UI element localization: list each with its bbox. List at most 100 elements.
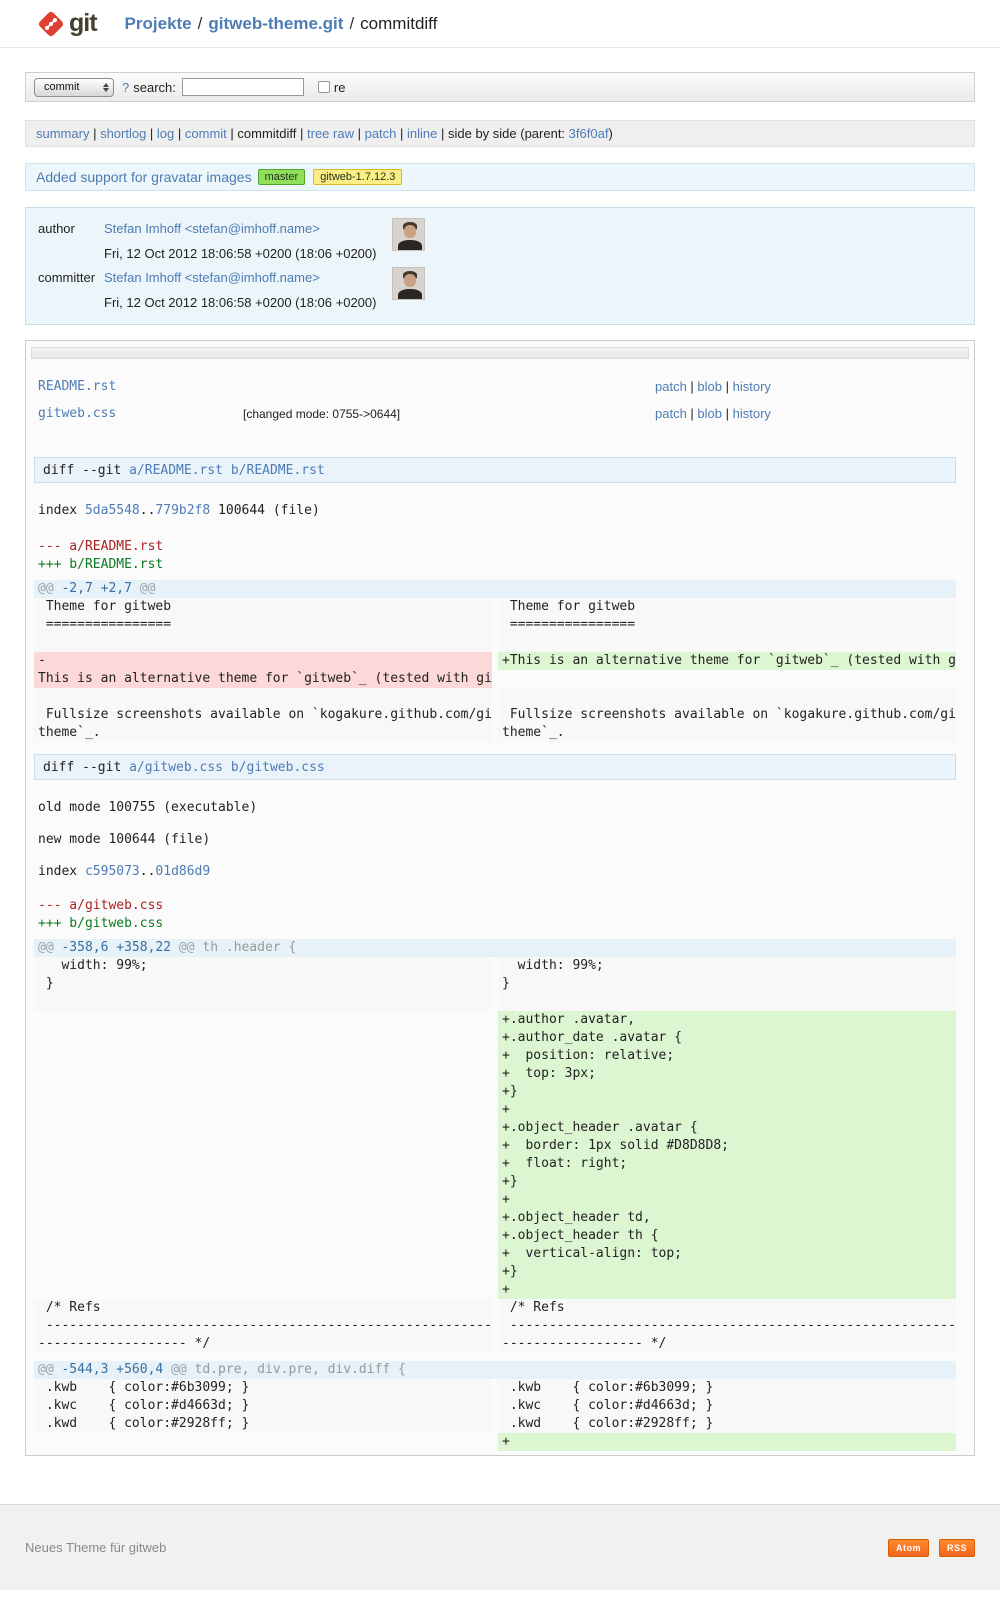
diff-line [34, 1155, 492, 1173]
diff-line [34, 1209, 492, 1227]
committer-label: committer [38, 267, 104, 285]
project-description: Neues Theme für gitweb [25, 1540, 878, 1555]
diff-to-file[interactable]: +++ b/gitweb.css [34, 915, 956, 933]
diff-line: ================ [498, 616, 956, 634]
chunk-to-range[interactable]: +358,22 [116, 940, 171, 955]
chunk-at: @@ [163, 1362, 186, 1377]
chunk-section: td.pre, div.pre, div.diff { [187, 1362, 406, 1377]
diff-line [498, 634, 956, 652]
file-links-separator: | [722, 379, 733, 394]
nav-item[interactable]: inline [407, 126, 437, 141]
diff-from-file[interactable]: --- a/gitweb.css [34, 897, 956, 915]
diff-line: + float: right; [498, 1155, 956, 1173]
patch-link[interactable]: patch [655, 406, 687, 421]
search-type-select[interactable]: commit [34, 78, 114, 97]
diff-line: /* Refs [34, 1299, 492, 1317]
rss-feed-button[interactable]: RSS [939, 1539, 975, 1557]
nav-item: | [89, 126, 100, 141]
page-nav: summary | shortlog | log | commit | comm… [25, 120, 975, 147]
file-name-link[interactable]: gitweb.css [38, 406, 243, 421]
file-name-link[interactable]: README.rst [38, 379, 243, 394]
committer-avatar [392, 267, 425, 300]
chunk-at: @@ [38, 581, 61, 596]
diff-line: width: 99%; [34, 957, 492, 975]
side-by-side-diff: Theme for gitweb ================ -This … [34, 598, 956, 742]
search-help-link[interactable]: ? [122, 80, 129, 95]
nav-item[interactable]: shortlog [100, 126, 146, 141]
nav-item[interactable]: commit [185, 126, 227, 141]
nav-item: | [227, 126, 238, 141]
ref-badges: master gitweb-1.7.12.3 [258, 169, 403, 185]
chunk-to-range[interactable]: +2,7 [101, 581, 132, 596]
diff-git-prefix: diff --git [43, 760, 129, 775]
diff-line: +} [498, 1083, 956, 1101]
old-mode-line: old mode 100755 (executable) [34, 800, 956, 815]
regex-checkbox[interactable] [318, 81, 330, 93]
diff-line [34, 1047, 492, 1065]
diff-line: .kwb { color:#6b3099; } [498, 1379, 956, 1397]
diff-line: Fullsize screenshots available on `kogak… [498, 706, 956, 724]
committer-link[interactable]: Stefan Imhoff <stefan@imhoff.name> [104, 267, 392, 285]
index-prefix: index [38, 864, 85, 879]
chunk-from-range[interactable]: -358,6 [61, 940, 108, 955]
diff-line [34, 1281, 492, 1299]
nav-item[interactable]: log [157, 126, 174, 141]
diff-b-file-link[interactable]: b/README.rst [231, 463, 325, 478]
diff-line [34, 1433, 492, 1451]
diff-from-file[interactable]: --- a/README.rst [34, 538, 956, 556]
nav-item[interactable]: summary [36, 126, 89, 141]
blob-hash-link[interactable]: 01d86d9 [155, 864, 210, 879]
page-footer: Neues Theme für gitweb Atom RSS [0, 1504, 1000, 1590]
diff-line: + vertical-align: top; [498, 1245, 956, 1263]
diff-line: ------------------ */ [498, 1335, 956, 1353]
file-row: README.rst patch | blob | history [38, 373, 966, 400]
file-links-separator: | [687, 379, 698, 394]
nav-item[interactable]: raw [333, 126, 354, 141]
diff-line [34, 1119, 492, 1137]
breadcrumb-projects-link[interactable]: Projekte [125, 14, 192, 33]
git-logo-icon [36, 9, 66, 39]
diff-to-file[interactable]: +++ b/README.rst [34, 556, 956, 574]
search-input[interactable] [182, 78, 304, 96]
blob-hash-link[interactable]: c595073 [85, 864, 140, 879]
author-link[interactable]: Stefan Imhoff <stefan@imhoff.name> [104, 218, 392, 236]
diff-line: + [498, 1101, 956, 1119]
chunk-from-range[interactable]: -544,3 [61, 1362, 108, 1377]
nav-item[interactable]: patch [365, 126, 397, 141]
commit-title-link[interactable]: Added support for gravatar images [36, 169, 252, 185]
chunk-to-range[interactable]: +560,4 [116, 1362, 163, 1377]
git-logo[interactable]: git [36, 9, 97, 39]
author-label: author [38, 218, 104, 236]
diff-line [34, 634, 492, 652]
chunk-from-range[interactable]: -2,7 [61, 581, 92, 596]
history-link[interactable]: history [733, 406, 771, 421]
file-links-separator: | [687, 406, 698, 421]
blob-hash-link[interactable]: 779b2f8 [155, 503, 210, 518]
chunk-at: @@ [132, 581, 155, 596]
diff-line: theme`_. [498, 724, 956, 742]
blob-hash-link[interactable]: 5da5548 [85, 503, 140, 518]
nav-item[interactable]: 3f6f0af [569, 126, 609, 141]
diff-a-file-link[interactable]: a/README.rst [129, 463, 223, 478]
blob-link[interactable]: blob [697, 379, 722, 394]
diff-a-file-link[interactable]: a/gitweb.css [129, 760, 223, 775]
search-label: search: [133, 80, 176, 95]
atom-feed-button[interactable]: Atom [888, 1539, 929, 1557]
logo-wordmark: git [69, 9, 97, 38]
changed-files-list: README.rst patch | blob | history gitweb… [38, 373, 966, 427]
index-suffix: 100644 (file) [210, 503, 320, 518]
ref-badge[interactable]: gitweb-1.7.12.3 [313, 169, 402, 185]
breadcrumb-repo-link[interactable]: gitweb-theme.git [208, 14, 343, 33]
commit-title-bar: Added support for gravatar images master… [25, 163, 975, 191]
diff-line: - [34, 652, 492, 670]
ref-badge[interactable]: master [258, 169, 306, 185]
file-links: patch | blob | history [655, 379, 966, 394]
commitdiff-box: README.rst patch | blob | history gitweb… [25, 340, 975, 1456]
diff-b-file-link[interactable]: b/gitweb.css [231, 760, 325, 775]
nav-item[interactable]: tree [307, 126, 329, 141]
diff-line: width: 99%; [498, 957, 956, 975]
space [223, 463, 231, 478]
history-link[interactable]: history [733, 379, 771, 394]
blob-link[interactable]: blob [697, 406, 722, 421]
patch-link[interactable]: patch [655, 379, 687, 394]
